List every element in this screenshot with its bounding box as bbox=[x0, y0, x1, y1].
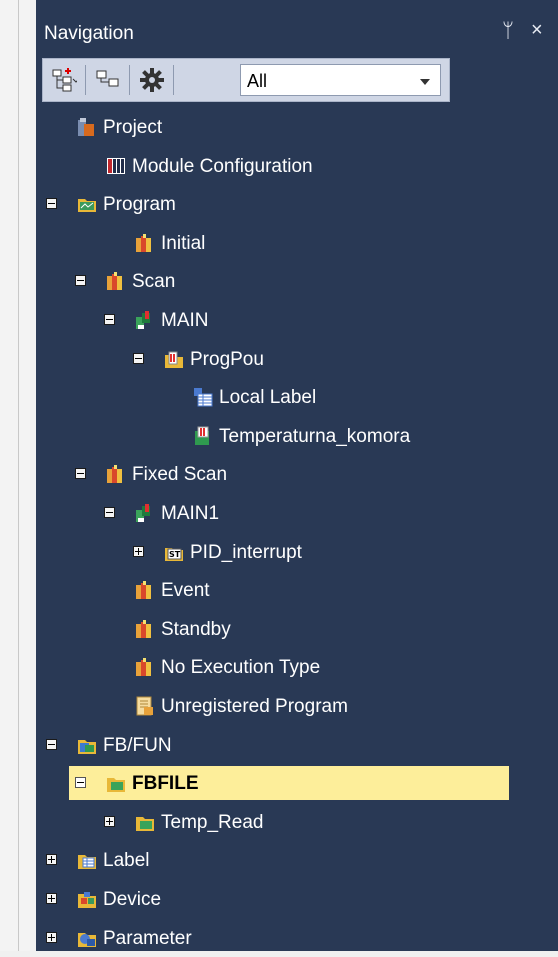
tree-item-fb-fun[interactable]: FB/FUN bbox=[36, 728, 558, 764]
collapse-toggle-icon[interactable] bbox=[104, 314, 115, 325]
tree-item-label: FBFILE bbox=[132, 773, 199, 795]
parameter-icon bbox=[78, 932, 96, 947]
collapse-toggle-icon[interactable] bbox=[75, 468, 86, 480]
tree-item-project[interactable]: Project bbox=[36, 110, 558, 146]
tree-item-local-label[interactable]: Local Label bbox=[36, 380, 558, 416]
gear-icon[interactable] bbox=[139, 67, 165, 93]
tree-item-label: ProgPou bbox=[190, 348, 264, 370]
tree-item-program[interactable]: Program bbox=[36, 187, 558, 223]
program-block-icon bbox=[136, 311, 150, 329]
tree-item-label: FB/FUN bbox=[103, 734, 172, 756]
tree-item-label: Parameter bbox=[103, 927, 192, 949]
task-icon bbox=[107, 465, 122, 484]
fbfun-folder-icon bbox=[78, 739, 96, 754]
collapse-toggle-icon[interactable] bbox=[104, 507, 115, 518]
editor-edge bbox=[0, 0, 30, 951]
collapse-tree-icon[interactable] bbox=[95, 67, 121, 93]
tree-item-label: Device bbox=[103, 889, 162, 910]
module-config-icon bbox=[107, 157, 125, 174]
expand-toggle-icon[interactable] bbox=[46, 854, 57, 866]
collapse-toggle-icon[interactable] bbox=[46, 738, 57, 750]
close-icon[interactable]: × bbox=[531, 19, 543, 42]
tree-item-label: Local Label bbox=[219, 387, 317, 409]
task-icon bbox=[136, 233, 151, 252]
tree-item-pid-interrupt[interactable]: ST PID_interrupt bbox=[36, 535, 558, 571]
svg-text:ST: ST bbox=[169, 550, 181, 559]
project-icon bbox=[78, 118, 94, 136]
pou-icon bbox=[165, 351, 183, 368]
tree-item-label: Unregistered Program bbox=[161, 696, 348, 717]
tree-item-device[interactable]: Device bbox=[36, 882, 558, 918]
tree-item-label: Module Configuration bbox=[132, 155, 313, 177]
tree-item-no-execution-type[interactable]: No Execution Type bbox=[36, 650, 558, 686]
task-icon bbox=[136, 658, 151, 677]
navigation-panel: Navigation ᛘ × All Project Module Config… bbox=[36, 0, 558, 951]
tree-item-label: MAIN1 bbox=[161, 503, 220, 524]
folder-icon bbox=[136, 816, 154, 831]
expand-toggle-icon[interactable] bbox=[46, 931, 57, 943]
tree-item-parameter[interactable]: Parameter bbox=[36, 921, 558, 957]
program-block-icon bbox=[136, 504, 150, 522]
unregistered-icon bbox=[136, 696, 153, 716]
collapse-toggle-icon[interactable] bbox=[46, 198, 57, 210]
panel-title: Navigation bbox=[44, 23, 134, 44]
tree-item-module-configuration[interactable]: Module Configuration bbox=[36, 149, 558, 185]
task-icon bbox=[136, 619, 151, 638]
chevron-down-icon[interactable] bbox=[420, 79, 430, 85]
folder-icon bbox=[107, 778, 125, 793]
tree-item-label[interactable]: Label bbox=[36, 843, 558, 879]
tree-item-temperaturna-komora[interactable]: Temperaturna_komora bbox=[36, 419, 558, 455]
tree-item-fixed-scan[interactable]: Fixed Scan bbox=[36, 457, 558, 493]
tree-item-label: Program bbox=[103, 194, 176, 216]
tree-item-initial[interactable]: Initial bbox=[36, 226, 558, 262]
tree-item-label: MAIN bbox=[161, 310, 209, 331]
label-icon bbox=[78, 855, 96, 870]
tree-item-scan[interactable]: Scan bbox=[36, 264, 558, 300]
pin-icon[interactable]: ᛘ bbox=[502, 20, 514, 43]
task-icon bbox=[107, 272, 122, 291]
filter-value: All bbox=[247, 71, 268, 91]
program-body-icon bbox=[195, 426, 209, 445]
tree-item-label: Project bbox=[103, 117, 163, 138]
panel-titlebar: Navigation ᛘ × bbox=[36, 14, 558, 52]
tree-item-main1[interactable]: MAIN1 bbox=[36, 496, 558, 532]
tree-item-label: Temp_Read bbox=[161, 811, 264, 833]
device-icon bbox=[78, 892, 96, 908]
tree-item-event[interactable]: Event bbox=[36, 573, 558, 609]
tree-item-label: Initial bbox=[161, 232, 206, 254]
expand-tree-icon[interactable] bbox=[51, 67, 77, 93]
collapse-toggle-icon[interactable] bbox=[75, 275, 86, 287]
tree-item-label: Standby bbox=[161, 618, 231, 640]
st-pou-icon: ST bbox=[165, 547, 183, 561]
tree-item-unregistered-program[interactable]: Unregistered Program bbox=[36, 689, 558, 725]
tree-item-label: Fixed Scan bbox=[132, 464, 228, 486]
expand-toggle-icon[interactable] bbox=[133, 545, 144, 557]
tree-item-fbfile[interactable]: FBFILE bbox=[36, 766, 558, 802]
tree-item-standby[interactable]: Standby bbox=[36, 612, 558, 648]
tree-item-main[interactable]: MAIN bbox=[36, 303, 558, 339]
filter-select[interactable]: All bbox=[240, 64, 441, 96]
collapse-toggle-icon[interactable] bbox=[133, 352, 144, 364]
tree-item-label: PID_interrupt bbox=[190, 541, 302, 563]
program-folder-icon bbox=[78, 199, 96, 213]
tree-item-label: Scan bbox=[132, 271, 176, 293]
tree-item-label: Event bbox=[161, 580, 210, 602]
task-icon bbox=[136, 581, 151, 600]
expand-toggle-icon[interactable] bbox=[104, 815, 115, 827]
collapse-toggle-icon[interactable] bbox=[75, 777, 86, 789]
expand-toggle-icon[interactable] bbox=[46, 893, 57, 904]
tree-item-label: No Execution Type bbox=[161, 657, 321, 679]
tree-item-progpou[interactable]: ProgPou bbox=[36, 342, 558, 378]
navigation-toolbar: All bbox=[42, 58, 450, 102]
local-label-icon bbox=[194, 388, 213, 407]
tree-item-label: Label bbox=[103, 850, 150, 872]
tree-item-label: Temperaturna_komora bbox=[219, 425, 411, 447]
tree-item-temp-read[interactable]: Temp_Read bbox=[36, 805, 558, 841]
